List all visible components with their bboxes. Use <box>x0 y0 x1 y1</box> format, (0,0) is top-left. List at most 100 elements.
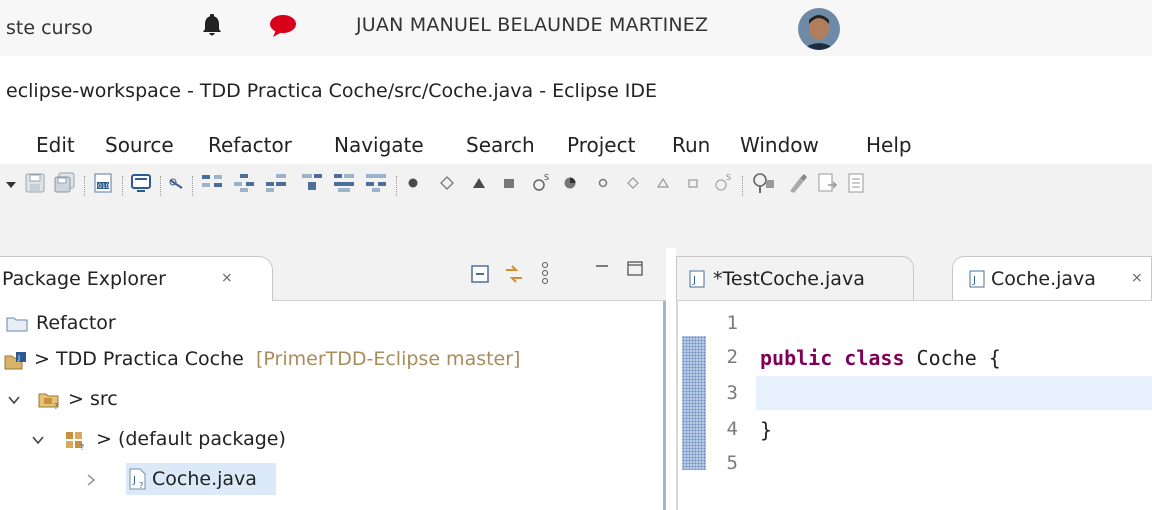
line-number: 3 <box>726 382 738 404</box>
filled-square-icon[interactable] <box>500 172 518 194</box>
menu-bar: Edit Source Refactor Navigate Search Pro… <box>0 122 1152 164</box>
lms-top-bar: ste curso JUAN MANUEL BELAUNDE MARTINEZ <box>0 0 1152 56</box>
tree-item-refactor[interactable]: Refactor <box>0 305 660 341</box>
brush-icon[interactable] <box>786 172 810 194</box>
java-project-icon: J <box>4 352 26 370</box>
tree-item-project[interactable]: J > TDD Practica Coche [PrimerTDD-Eclips… <box>0 341 660 377</box>
menu-source[interactable]: Source <box>105 133 174 157</box>
tab-label: *TestCoche.java <box>713 268 865 290</box>
structure-icon-5[interactable] <box>332 172 356 194</box>
link-with-editor-icon[interactable] <box>502 262 526 286</box>
package-explorer-header: Package Explorer ⨯ <box>0 248 666 301</box>
svg-text:S: S <box>544 173 549 182</box>
close-icon[interactable]: ⨯ <box>1131 270 1143 286</box>
tab-package-explorer[interactable]: Package Explorer ⨯ <box>0 256 273 301</box>
java-file-icon: J ? <box>129 468 146 490</box>
svg-text:J: J <box>17 354 20 362</box>
chevron-right-icon[interactable] <box>86 474 96 486</box>
document-icon[interactable] <box>846 172 866 194</box>
project-label: > TDD Practica Coche <box>34 348 244 370</box>
pin-icon[interactable] <box>750 172 776 194</box>
save-all-icon[interactable] <box>54 172 76 194</box>
small-diamond-outline-icon[interactable] <box>624 172 642 194</box>
svg-text:010: 010 <box>98 183 110 190</box>
menu-window[interactable]: Window <box>740 133 819 157</box>
chevron-down-icon[interactable] <box>32 435 44 445</box>
debug-icon[interactable] <box>166 172 186 194</box>
annotation-ruler[interactable] <box>682 336 706 470</box>
line-number: 1 <box>726 312 738 334</box>
default-package-label: > (default package) <box>96 428 286 450</box>
static-circle-icon[interactable]: S <box>530 172 554 194</box>
tree-item-default-package[interactable]: ? > (default package) <box>0 421 660 457</box>
diamond-outline-icon[interactable] <box>438 172 456 194</box>
user-name[interactable]: JUAN MANUEL BELAUNDE MARTINEZ <box>356 14 708 36</box>
minimize-icon[interactable] <box>594 262 610 278</box>
tab-testcoche-java[interactable]: J *TestCoche.java <box>676 256 914 300</box>
line-number: 4 <box>726 418 738 440</box>
tree-item-label: Refactor <box>36 312 116 334</box>
square-outline-icon[interactable] <box>684 172 702 194</box>
filled-circle-icon[interactable] <box>404 172 422 194</box>
code-line-4[interactable]: } <box>760 418 772 442</box>
class-declaration: Coche { <box>904 346 1001 370</box>
menu-project[interactable]: Project <box>567 133 635 157</box>
structure-icon-4[interactable] <box>300 172 324 194</box>
line-number: 2 <box>726 346 738 368</box>
filled-triangle-icon[interactable] <box>470 172 488 194</box>
view-menu-icon[interactable] <box>538 260 552 288</box>
main-toolbar: 010 S S <box>0 164 1152 248</box>
eclipse-window: ste curso JUAN MANUEL BELAUNDE MARTINEZ … <box>0 0 1152 510</box>
package-explorer-view: Package Explorer ⨯ Refactor J > TDD Prac… <box>0 248 666 510</box>
window-title-bar: eclipse-workspace - TDD Practica Coche/s… <box>0 56 1152 122</box>
tab-coche-java[interactable]: J Coche.java ⨯ <box>952 256 1152 300</box>
menu-edit[interactable]: Edit <box>36 133 75 157</box>
menu-help[interactable]: Help <box>866 133 912 157</box>
java-file-icon: J <box>969 270 985 288</box>
maximize-icon[interactable] <box>626 260 644 278</box>
circle-half-icon[interactable] <box>560 172 580 194</box>
svg-text:S: S <box>726 173 731 182</box>
structure-icon-3[interactable] <box>264 172 288 194</box>
console-icon[interactable] <box>130 172 152 194</box>
binary-file-icon[interactable]: 010 <box>92 172 114 194</box>
structure-icon-1[interactable] <box>200 172 224 194</box>
dropdown-arrow-icon[interactable] <box>4 178 18 192</box>
code-line-2[interactable]: public class Coche { <box>760 346 1001 370</box>
static-circle-outline-icon[interactable]: S <box>712 172 736 194</box>
tree-item-coche-java[interactable]: J ? Coche.java <box>0 461 660 497</box>
save-icon[interactable] <box>24 172 46 194</box>
keyword-class: class <box>844 346 905 370</box>
structure-icon-2[interactable] <box>232 172 256 194</box>
svg-text:?: ? <box>80 443 84 451</box>
java-file-icon: J <box>689 270 705 288</box>
editor-tab-bar: J *TestCoche.java J Coche.java ⨯ <box>676 248 1152 301</box>
package-explorer-title: Package Explorer <box>2 268 166 290</box>
collapse-all-icon[interactable] <box>470 264 492 284</box>
menu-search[interactable]: Search <box>466 133 535 157</box>
close-icon[interactable]: ⨯ <box>221 270 233 286</box>
keyword-public: public <box>760 346 833 370</box>
small-circle-outline-icon[interactable] <box>594 172 612 194</box>
svg-text:J: J <box>692 275 696 286</box>
user-avatar[interactable] <box>798 8 840 50</box>
menu-run[interactable]: Run <box>672 133 710 157</box>
menu-navigate[interactable]: Navigate <box>334 133 424 157</box>
line-number: 5 <box>726 452 738 474</box>
tree-item-src[interactable]: ? > src <box>0 381 660 417</box>
page-arrow-icon[interactable] <box>816 172 840 194</box>
tab-label: Coche.java <box>991 268 1096 290</box>
chevron-down-icon[interactable] <box>8 395 20 405</box>
menu-refactor[interactable]: Refactor <box>208 133 292 157</box>
java-editor: J *TestCoche.java J Coche.java ⨯ 1 2 3 4… <box>676 248 1152 510</box>
speech-bubble-icon[interactable] <box>268 14 298 38</box>
current-line-highlight <box>756 376 1152 410</box>
structure-icon-6[interactable] <box>364 172 388 194</box>
triangle-outline-icon[interactable] <box>654 172 672 194</box>
source-folder-icon: ? <box>38 393 59 411</box>
bell-icon[interactable] <box>201 14 223 38</box>
window-title: eclipse-workspace - TDD Practica Coche/s… <box>6 80 658 102</box>
course-link[interactable]: ste curso <box>6 17 93 39</box>
file-label: Coche.java <box>152 468 257 490</box>
folder-icon <box>6 317 28 332</box>
